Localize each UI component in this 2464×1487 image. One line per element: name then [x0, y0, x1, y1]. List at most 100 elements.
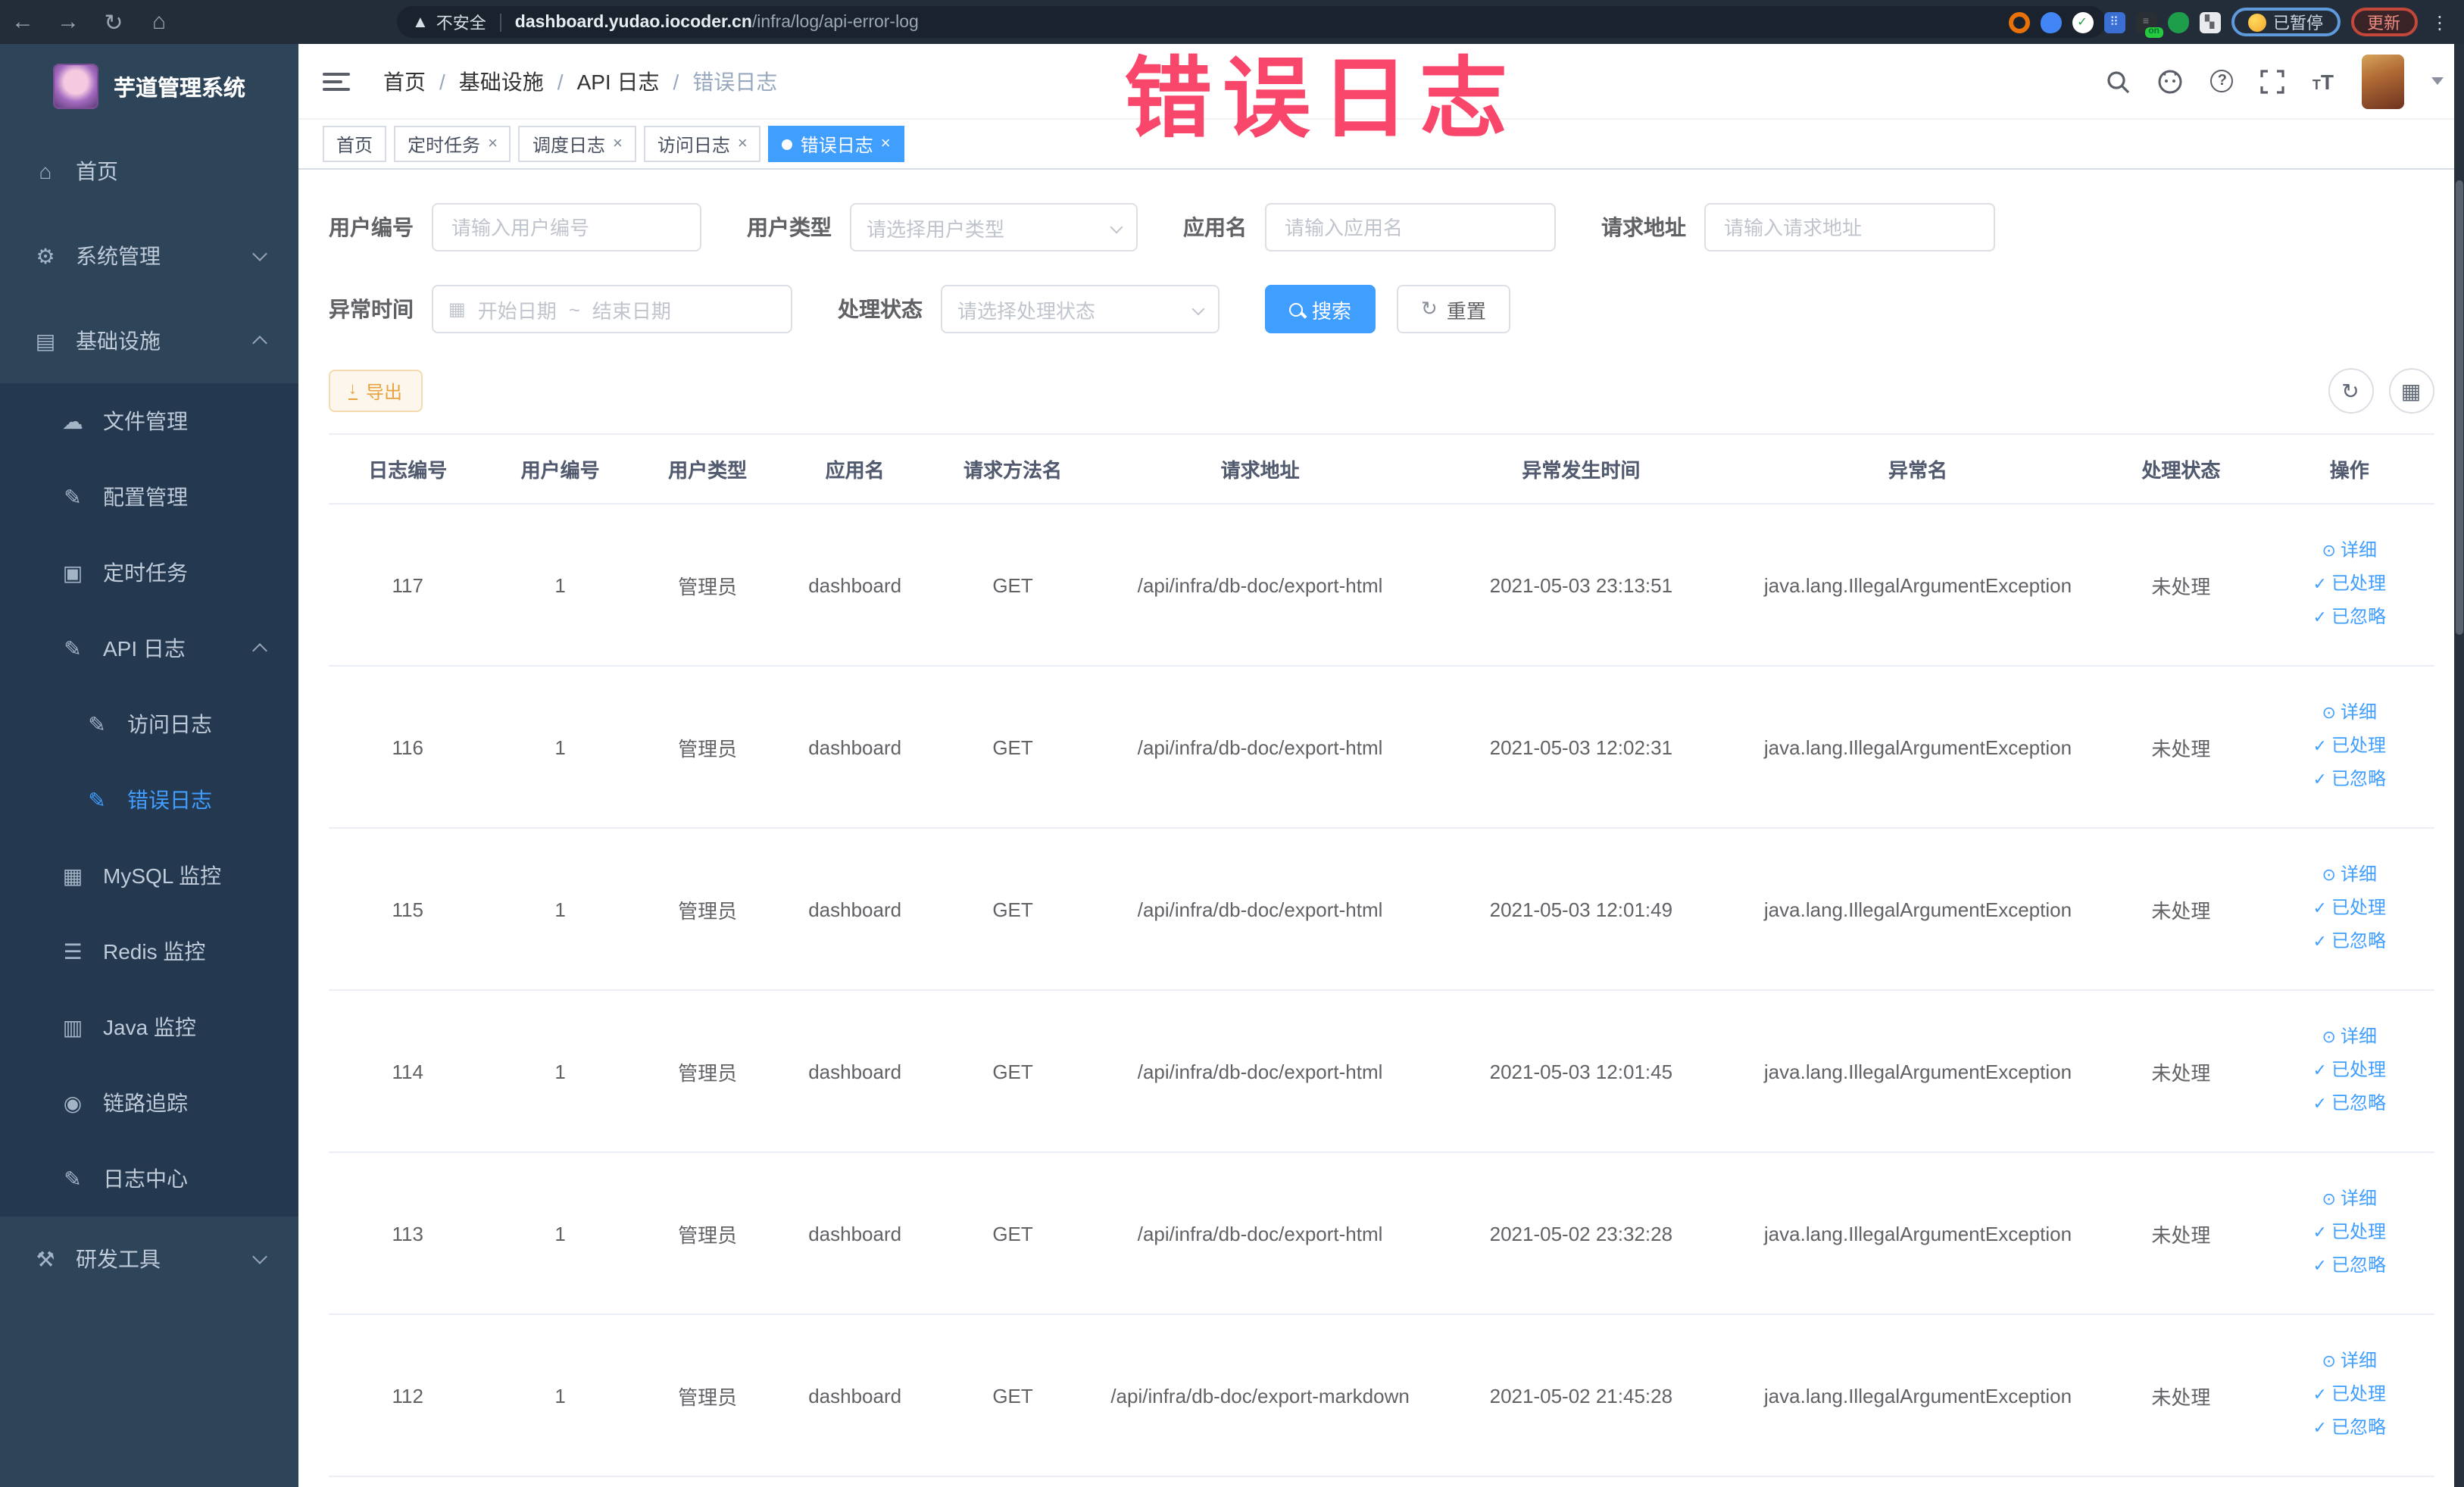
user-type-select[interactable]: 请选择用户类型 [850, 203, 1138, 251]
processed-link[interactable]: 已处理 [2272, 892, 2428, 926]
cell-process-status: 未处理 [2097, 990, 2266, 1153]
ignored-link[interactable]: 已忽略 [2272, 601, 2428, 635]
url-path[interactable]: /infra/log/api-error-log [752, 13, 919, 31]
sidebar-item-mysql-monitor[interactable]: MySQL 监控 [0, 838, 298, 914]
tag-scheduled-tasks[interactable]: 定时任务 × [394, 126, 511, 162]
close-icon[interactable]: × [738, 135, 748, 153]
sidebar-item-system-management[interactable]: 系统管理 [0, 214, 298, 298]
sidebar-item-infrastructure[interactable]: 基础设施 [0, 298, 298, 383]
chevron-down-icon [1191, 302, 1205, 316]
url-bar[interactable]: ▲ 不安全 dashboard.yudao.iocoder.cn /infra/… [397, 6, 2106, 38]
extension-icon-blue-drop[interactable] [2040, 11, 2061, 33]
sidebar-item-config-management[interactable]: 配置管理 [0, 459, 298, 535]
sidebar-item-dev-tools[interactable]: 研发工具 [0, 1217, 298, 1301]
sidebar-item-file-management[interactable]: 文件管理 [0, 383, 298, 459]
process-status-select[interactable]: 请选择处理状态 [941, 285, 1220, 333]
paused-pill[interactable]: 已暂停 [2231, 8, 2340, 36]
cell-actions: 详细 已处理 已忽略 [2265, 828, 2434, 991]
sidebar-item-error-log[interactable]: 错误日志 [0, 762, 298, 838]
back-icon[interactable]: ← [0, 9, 45, 35]
tag-error-log[interactable]: 错误日志 × [768, 126, 904, 162]
browser-menu-icon[interactable]: ⋮ [2431, 11, 2449, 33]
extension-icon-switch[interactable]: ≡ on [2135, 11, 2163, 37]
sidebar-item-access-log[interactable]: 访问日志 [0, 686, 298, 762]
export-button[interactable]: ↓ 导出 [329, 370, 423, 412]
url-host[interactable]: dashboard.yudao.iocoder.cn [515, 13, 752, 31]
sidebar-item-link-tracing[interactable]: 链路追踪 [0, 1065, 298, 1141]
search-button[interactable]: 搜索 [1265, 285, 1376, 333]
app-logo[interactable]: 芋道管理系统 [0, 44, 298, 129]
extensions-puzzle-icon[interactable]: ▚ [2199, 11, 2220, 33]
export-button-label: 导出 [366, 381, 403, 402]
tag-access-log[interactable]: 访问日志 × [643, 126, 761, 162]
close-icon[interactable]: × [881, 135, 891, 153]
edit-icon [61, 484, 85, 510]
ignored-link[interactable]: 已忽略 [2272, 764, 2428, 797]
hamburger-icon[interactable] [323, 67, 350, 95]
extension-icon-leaf[interactable] [2167, 11, 2188, 33]
sidebar-item-redis-monitor[interactable]: Redis 监控 [0, 914, 298, 989]
refresh-circle-button[interactable]: ↻ [2328, 368, 2373, 414]
scrollbar-thumb[interactable] [2455, 180, 2462, 635]
update-pill[interactable]: 更新 [2350, 8, 2417, 36]
processed-link[interactable]: 已处理 [2272, 1379, 2428, 1412]
sidebar-item-java-monitor[interactable]: Java 监控 [0, 989, 298, 1065]
breadcrumb-home[interactable]: 首页 [383, 66, 426, 96]
table-row: 112 1 管理员 dashboard GET /api/infra/db-do… [329, 1314, 2434, 1477]
breadcrumb-api-logs[interactable]: API 日志 [577, 66, 660, 96]
security-label[interactable]: 不安全 [436, 10, 486, 34]
breadcrumb-infrastructure[interactable]: 基础设施 [459, 66, 544, 96]
layers-icon [61, 939, 85, 964]
exception-time-range-picker[interactable]: ▦ 开始日期 ~ 结束日期 [432, 285, 792, 333]
reset-button[interactable]: ↻ 重置 [1397, 285, 1510, 333]
avatar-caret-icon[interactable] [2431, 77, 2443, 85]
extension-icon-green-check[interactable]: ✓ [2072, 11, 2093, 33]
cell-exception-name: java.lang.IllegalArgumentException [1738, 990, 2097, 1153]
check-icon [2313, 1386, 2327, 1404]
home-icon[interactable]: ⌂ [136, 9, 182, 35]
reload-icon[interactable]: ↻ [91, 8, 136, 36]
extension-icon-orange[interactable] [2008, 11, 2029, 33]
processed-link[interactable]: 已处理 [2272, 1217, 2428, 1250]
ignored-link[interactable]: 已忽略 [2272, 1250, 2428, 1283]
column-settings-button[interactable]: ▦ [2388, 368, 2434, 414]
ignored-link[interactable]: 已忽略 [2272, 1412, 2428, 1445]
extension-icon-grid[interactable]: ⠿ [2103, 11, 2125, 33]
forward-icon[interactable]: → [45, 9, 91, 35]
processed-link[interactable]: 已处理 [2272, 1054, 2428, 1088]
detail-link[interactable]: 详细 [2272, 1021, 2428, 1054]
detail-link[interactable]: 详细 [2272, 697, 2428, 730]
ignored-link[interactable]: 已忽略 [2272, 926, 2428, 959]
close-icon[interactable]: × [488, 135, 498, 153]
help-icon[interactable]: ? [2210, 70, 2234, 92]
sidebar-item-api-logs[interactable]: API 日志 [0, 611, 298, 686]
user-avatar[interactable] [2361, 54, 2403, 108]
fullscreen-icon[interactable] [2261, 69, 2285, 93]
detail-link[interactable]: 详细 [2272, 859, 2428, 892]
sidebar-submenu-infrastructure: 文件管理 配置管理 定时任务 API 日志 访问日志 [0, 383, 298, 1217]
processed-link[interactable]: 已处理 [2272, 568, 2428, 601]
processed-link[interactable]: 已处理 [2272, 730, 2428, 764]
user-id-input[interactable] [432, 203, 701, 251]
cell-log-id: 112 [329, 1314, 487, 1477]
github-icon[interactable] [2158, 68, 2184, 94]
request-url-input[interactable] [1704, 203, 1995, 251]
page-scrollbar[interactable] [2453, 44, 2464, 1487]
font-size-icon[interactable]: TT [2313, 69, 2334, 93]
cell-exception-name: java.lang.IllegalArgumentException [1738, 1314, 2097, 1477]
monitor-icon [61, 1014, 85, 1040]
tag-home[interactable]: 首页 [323, 126, 387, 162]
sidebar-item-home[interactable]: 首页 [0, 129, 298, 214]
app-name-input[interactable] [1265, 203, 1556, 251]
sidebar-item-log-center[interactable]: 日志中心 [0, 1141, 298, 1217]
search-icon[interactable] [2106, 69, 2131, 93]
ignored-link[interactable]: 已忽略 [2272, 1088, 2428, 1121]
detail-link[interactable]: 详细 [2272, 1183, 2428, 1217]
detail-link[interactable]: 详细 [2272, 1345, 2428, 1379]
sidebar-item-label: 访问日志 [127, 712, 212, 736]
cell-method: GET [928, 828, 1098, 991]
tag-dispatch-log[interactable]: 调度日志 × [518, 126, 636, 162]
detail-link[interactable]: 详细 [2272, 535, 2428, 568]
sidebar-item-scheduled-tasks[interactable]: 定时任务 [0, 535, 298, 611]
close-icon[interactable]: × [613, 135, 623, 153]
